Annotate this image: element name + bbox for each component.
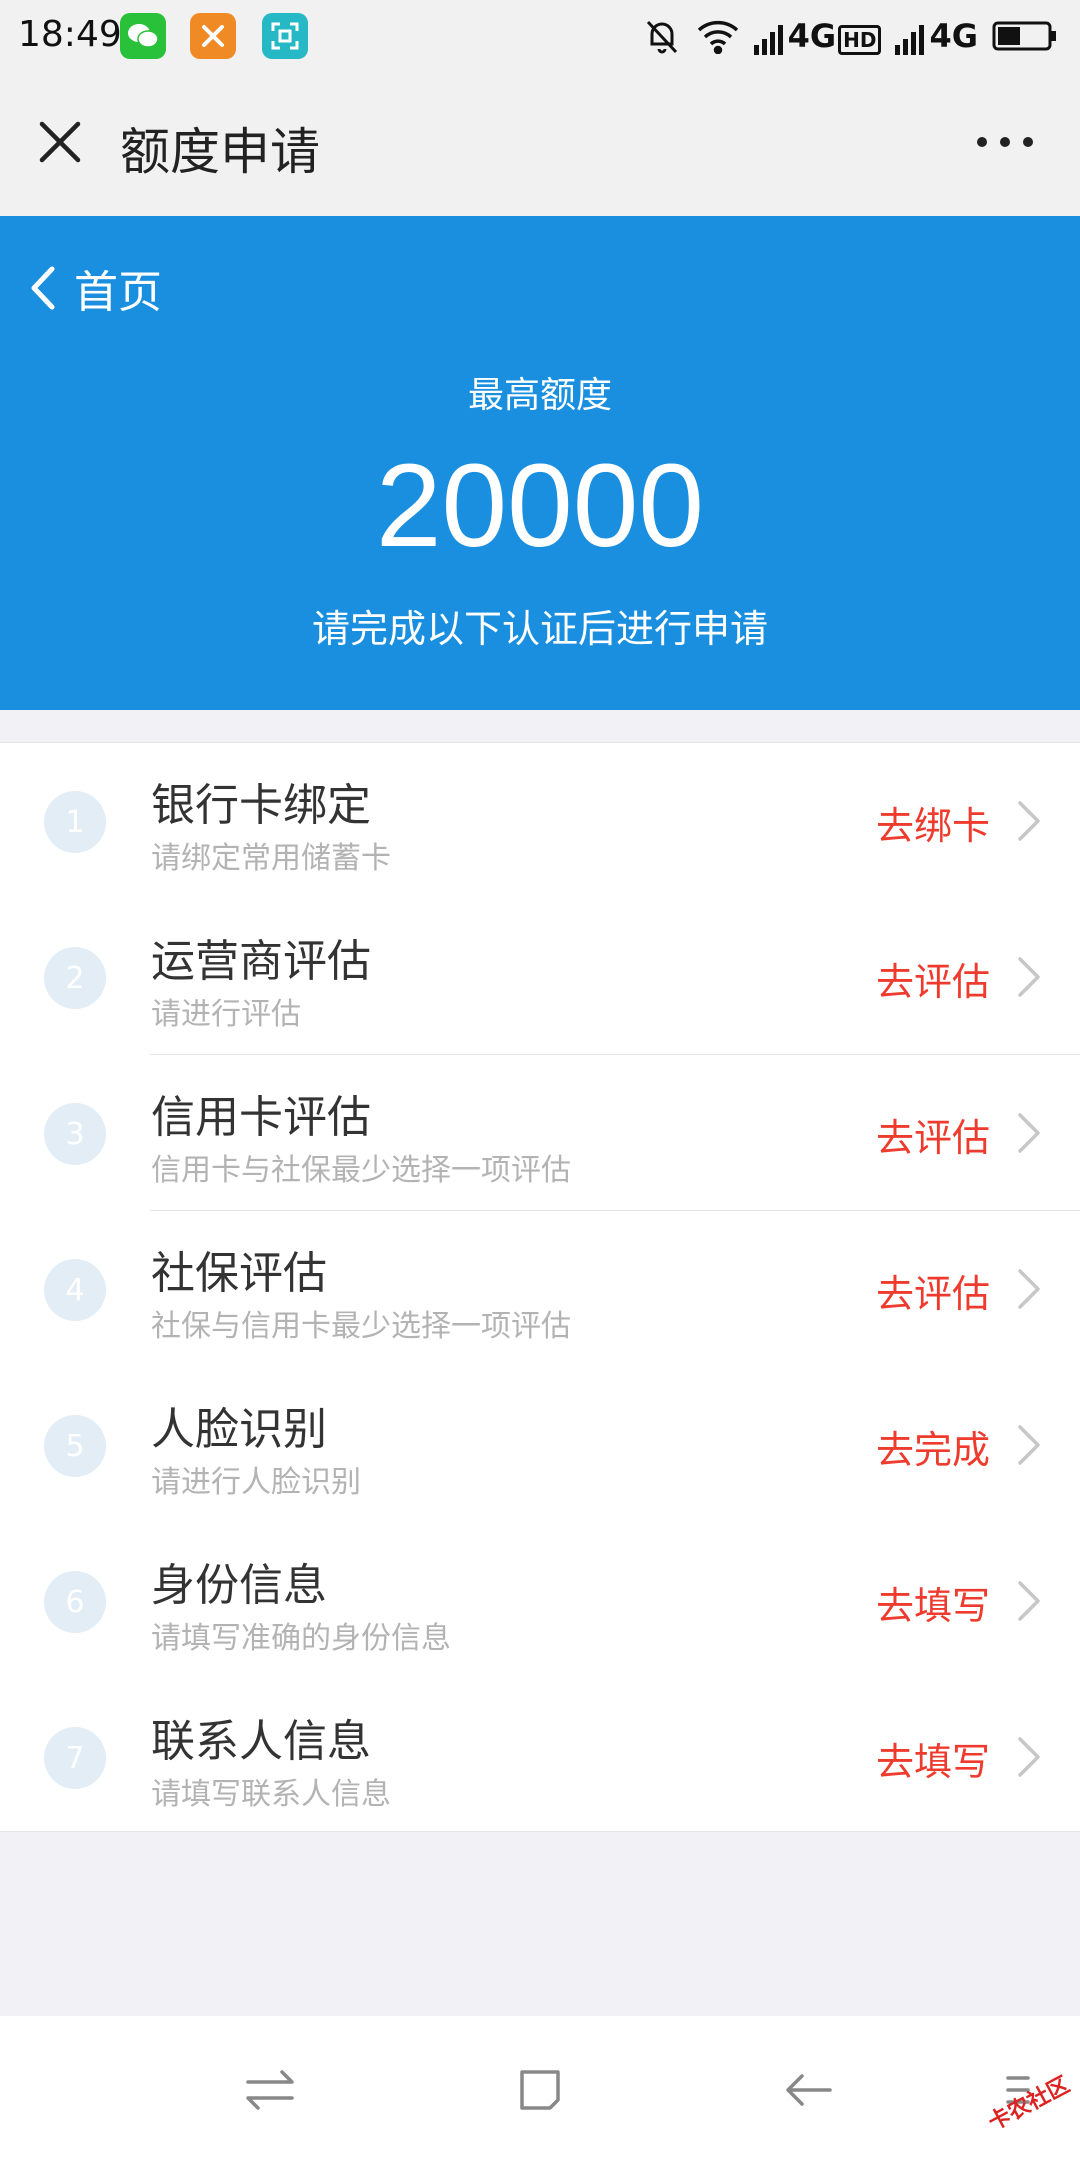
status-indicators: 4G HD 4G — [642, 12, 1058, 60]
step-action-link[interactable]: 去绑卡 — [876, 795, 990, 850]
hd-badge: HD — [838, 25, 882, 55]
status-time: 18:49 — [18, 14, 122, 55]
max-limit-label: 最高额度 — [467, 375, 612, 416]
step-title: 社保评估 — [151, 1248, 327, 1299]
more-icon[interactable] — [970, 122, 1040, 162]
scan-icon — [262, 13, 308, 59]
verification-step-list: 1 银行卡绑定 请绑定常用储蓄卡 去绑卡 2 运营商评估 请进行评估 去评估 3… — [0, 742, 1080, 1832]
status-bar: 18:49 4G HD 4G — [0, 0, 1080, 72]
step-title: 运营商评估 — [151, 936, 371, 987]
step-action-link[interactable]: 去评估 — [876, 951, 990, 1006]
step-action-link[interactable]: 去评估 — [876, 1107, 990, 1162]
home-square-icon[interactable] — [510, 2060, 570, 2120]
battery-icon — [992, 21, 1056, 51]
back-home-label: 首页 — [74, 267, 162, 318]
chevron-right-icon — [1018, 957, 1040, 997]
app-x-icon — [190, 13, 236, 59]
step-title: 身份信息 — [151, 1560, 327, 1611]
step-title: 人脸识别 — [151, 1404, 327, 1455]
step-description: 请进行人脸识别 — [151, 1465, 361, 1500]
step-number: 3 — [44, 1103, 106, 1165]
apply-instruction: 请完成以下认证后进行申请 — [311, 607, 768, 651]
wechat-icon — [120, 13, 166, 59]
step-title: 信用卡评估 — [151, 1092, 371, 1143]
switch-apps-icon[interactable] — [240, 2060, 300, 2120]
system-nav-bar: 卡农社区 — [0, 2016, 1080, 2160]
list-item[interactable]: 4 社保评估 社保与信用卡最少选择一项评估 去评估 — [0, 1211, 1080, 1367]
list-item[interactable]: 6 身份信息 请填写准确的身份信息 去填写 — [0, 1523, 1080, 1679]
step-title: 银行卡绑定 — [151, 780, 371, 831]
chevron-right-icon — [1018, 1737, 1040, 1777]
back-home-button[interactable]: 首页 — [30, 256, 162, 320]
list-item[interactable]: 7 联系人信息 请填写联系人信息 去填写 — [0, 1679, 1080, 1835]
chevron-right-icon — [1018, 1113, 1040, 1153]
chevron-right-icon — [1018, 1269, 1040, 1309]
step-description: 社保与信用卡最少选择一项评估 — [151, 1309, 571, 1344]
signal-icon — [753, 25, 783, 55]
step-description: 请填写联系人信息 — [151, 1777, 391, 1812]
list-item[interactable]: 2 运营商评估 请进行评估 去评估 — [0, 899, 1080, 1055]
back-arrow-icon[interactable] — [780, 2060, 840, 2120]
step-number: 1 — [44, 791, 106, 853]
step-number: 7 — [44, 1727, 106, 1789]
step-action-link[interactable]: 去完成 — [876, 1419, 990, 1474]
chevron-left-icon — [31, 266, 55, 310]
step-description: 请绑定常用储蓄卡 — [151, 841, 391, 876]
navbar: 额度申请 — [0, 72, 1080, 216]
bell-off-icon — [646, 20, 677, 54]
max-limit-amount: 20000 — [375, 440, 705, 572]
signal-icon — [895, 25, 925, 55]
step-action-link[interactable]: 去评估 — [876, 1263, 990, 1318]
list-item[interactable]: 5 人脸识别 请进行人脸识别 去完成 — [0, 1367, 1080, 1523]
network-type-2: 4G — [929, 17, 978, 55]
step-action-link[interactable]: 去填写 — [876, 1731, 990, 1786]
network-type-1: 4G — [787, 17, 837, 55]
page-title: 额度申请 — [120, 123, 320, 181]
chevron-right-icon — [1018, 1425, 1040, 1465]
step-action-link[interactable]: 去填写 — [876, 1575, 990, 1630]
step-description: 请填写准确的身份信息 — [151, 1621, 451, 1656]
list-item[interactable]: 3 信用卡评估 信用卡与社保最少选择一项评估 去评估 — [0, 1055, 1080, 1211]
list-item[interactable]: 1 银行卡绑定 请绑定常用储蓄卡 去绑卡 — [0, 743, 1080, 899]
step-number: 4 — [44, 1259, 106, 1321]
step-description: 请进行评估 — [151, 997, 301, 1032]
close-icon[interactable] — [36, 118, 84, 166]
credit-limit-header: 首页 最高额度 20000 请完成以下认证后进行申请 — [0, 216, 1080, 710]
step-number: 6 — [44, 1571, 106, 1633]
step-number: 5 — [44, 1415, 106, 1477]
chevron-right-icon — [1018, 1581, 1040, 1621]
chevron-right-icon — [1018, 801, 1040, 841]
step-number: 2 — [44, 947, 106, 1009]
wifi-icon — [697, 20, 738, 54]
step-description: 信用卡与社保最少选择一项评估 — [151, 1153, 571, 1188]
step-title: 联系人信息 — [151, 1716, 371, 1767]
